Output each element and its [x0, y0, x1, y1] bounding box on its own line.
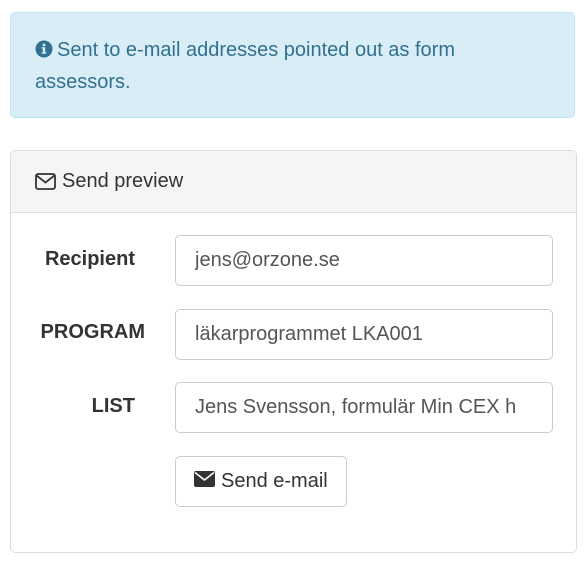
- envelope-solid-icon: [194, 470, 215, 493]
- list-label: LIST: [91, 395, 135, 417]
- alert-text: Sent to e-mail addresses pointed out as …: [35, 39, 455, 93]
- send-preview-panel: Send preview Recipient PROGRAM LIST Send…: [10, 150, 577, 553]
- program-input[interactable]: [175, 309, 553, 360]
- envelope-outline-icon: [35, 154, 56, 215]
- recipient-label: Recipient: [44, 248, 135, 270]
- send-email-button[interactable]: Send e-mail: [175, 456, 347, 507]
- list-input[interactable]: [175, 382, 553, 433]
- recipient-input[interactable]: [175, 235, 553, 286]
- panel-heading: Send preview: [11, 151, 576, 213]
- info-alert: Sent to e-mail addresses pointed out as …: [10, 12, 575, 118]
- program-label: PROGRAM: [40, 321, 145, 343]
- info-circle-icon: [35, 37, 53, 67]
- panel-title: Send preview: [62, 170, 184, 192]
- send-email-label: Send e-mail: [221, 470, 328, 492]
